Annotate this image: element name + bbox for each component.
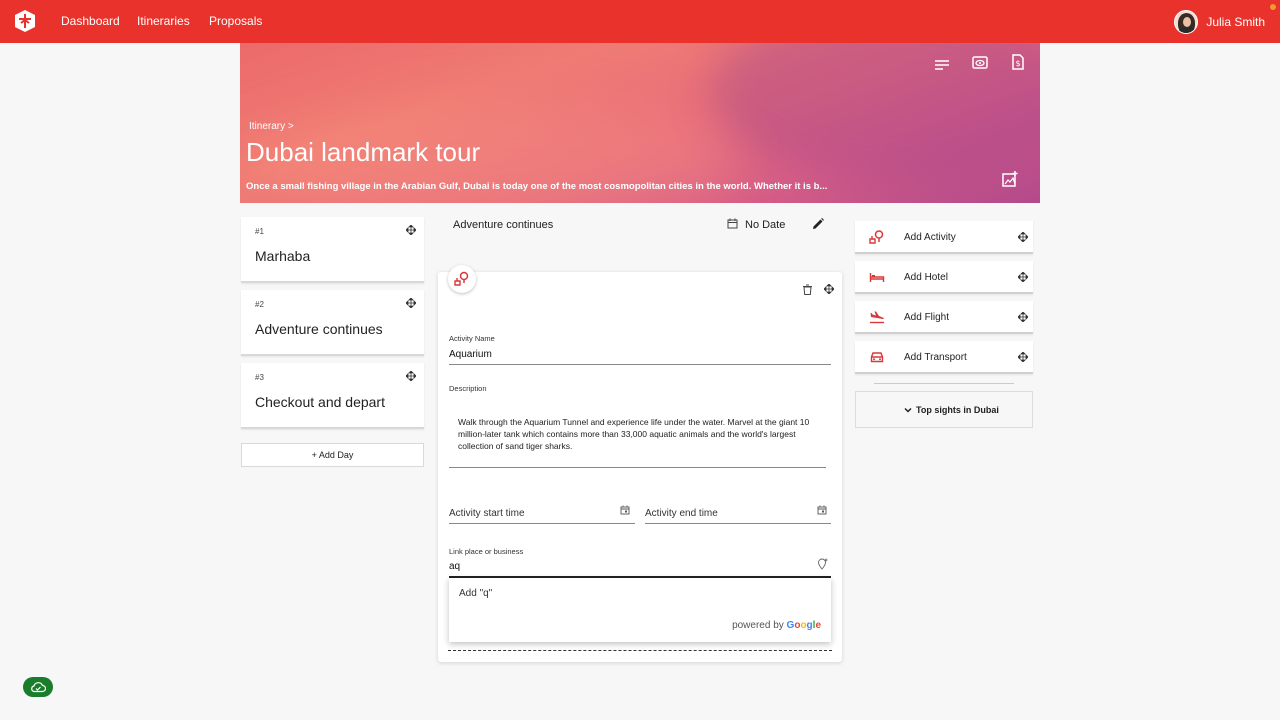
app-logo-icon[interactable] xyxy=(13,9,37,33)
add-activity-button[interactable]: Add Activity xyxy=(855,221,1033,254)
drag-move-icon[interactable] xyxy=(1018,352,1028,362)
activity-icon xyxy=(869,230,884,244)
menu-lines-icon[interactable] xyxy=(932,55,952,75)
cloud-sync-button[interactable] xyxy=(23,677,53,697)
day-card-1[interactable]: #1 Marhaba xyxy=(241,217,424,283)
activity-name-label: Activity Name xyxy=(449,334,495,343)
calendar-icon[interactable] xyxy=(817,505,827,515)
drag-move-icon[interactable] xyxy=(406,225,416,235)
day-name: Checkout and depart xyxy=(255,394,385,410)
hotel-bed-icon xyxy=(869,273,885,282)
notification-dot xyxy=(1270,4,1276,10)
user-menu[interactable]: Julia Smith xyxy=(1174,10,1265,34)
top-bar: Dashboard Itineraries Proposals Julia Sm… xyxy=(0,0,1280,43)
cloud-check-icon xyxy=(31,682,46,693)
nav-dashboard[interactable]: Dashboard xyxy=(61,14,120,28)
chevron-down-icon xyxy=(904,407,912,413)
hero-banner: $ Itinerary > Dubai landmark tour Once a… xyxy=(240,43,1040,203)
user-name: Julia Smith xyxy=(1206,15,1265,29)
page-title: Dubai landmark tour xyxy=(246,137,481,167)
add-transport-button[interactable]: Add Transport xyxy=(855,341,1033,374)
activity-icon xyxy=(454,271,469,286)
drag-move-icon[interactable] xyxy=(824,284,834,294)
drag-move-icon[interactable] xyxy=(1018,272,1028,282)
activity-name-input[interactable]: Aquarium xyxy=(449,349,492,360)
avatar xyxy=(1174,10,1199,34)
drag-move-icon[interactable] xyxy=(1018,312,1028,322)
activity-type-badge xyxy=(448,265,476,293)
add-location-icon[interactable] xyxy=(817,558,829,570)
place-autocomplete-dropdown: Add "q" powered by Google xyxy=(449,578,831,642)
add-hotel-label: Add Hotel xyxy=(904,272,948,283)
flight-icon xyxy=(870,311,884,324)
add-hotel-button[interactable]: Add Hotel xyxy=(855,261,1033,294)
add-day-button[interactable]: + Add Day xyxy=(241,443,424,467)
day-number: #3 xyxy=(255,373,264,382)
edit-pencil-icon[interactable] xyxy=(811,217,825,231)
nav-proposals[interactable]: Proposals xyxy=(209,14,262,28)
delete-trash-icon[interactable] xyxy=(802,284,813,295)
day-name: Marhaba xyxy=(255,248,311,264)
calendar-icon xyxy=(727,218,738,229)
day-card-2[interactable]: #2 Adventure continues xyxy=(241,290,424,356)
drag-move-icon[interactable] xyxy=(406,298,416,308)
add-transport-label: Add Transport xyxy=(904,352,967,363)
add-activity-label: Add Activity xyxy=(904,232,956,243)
drag-move-icon[interactable] xyxy=(406,371,416,381)
description-label: Description xyxy=(449,384,487,393)
itinerary-description: Once a small fishing village in the Arab… xyxy=(246,181,828,192)
powered-by-google: powered by Google xyxy=(732,620,821,631)
activity-end-time-field[interactable]: Activity end time xyxy=(645,508,718,519)
nav-itineraries[interactable]: Itineraries xyxy=(137,14,190,28)
calendar-icon[interactable] xyxy=(620,505,630,515)
day-number: #2 xyxy=(255,300,264,309)
day-name: Adventure continues xyxy=(255,321,383,337)
drag-move-icon[interactable] xyxy=(1018,232,1028,242)
day-card-3[interactable]: #3 Checkout and depart xyxy=(241,363,424,429)
day-title: Adventure continues xyxy=(453,219,554,231)
svg-text:$: $ xyxy=(1015,59,1020,68)
link-place-label: Link place or business xyxy=(449,547,524,556)
link-place-input[interactable]: aq xyxy=(449,561,460,572)
car-icon xyxy=(870,352,884,363)
activity-start-time-field[interactable]: Activity start time xyxy=(449,508,525,519)
breadcrumb[interactable]: Itinerary > xyxy=(249,121,294,132)
autocomplete-option[interactable]: Add "q" xyxy=(459,588,492,599)
add-image-icon[interactable] xyxy=(1000,169,1020,189)
document-dollar-icon[interactable]: $ xyxy=(1008,52,1028,72)
day-date[interactable]: No Date xyxy=(745,219,785,231)
top-sights-toggle[interactable]: Top sights in Dubai xyxy=(855,391,1033,428)
add-flight-button[interactable]: Add Flight xyxy=(855,301,1033,334)
add-flight-label: Add Flight xyxy=(904,312,950,323)
day-number: #1 xyxy=(255,227,264,236)
description-textarea[interactable]: Walk through the Aquarium Tunnel and exp… xyxy=(458,416,810,452)
top-sights-label: Top sights in Dubai xyxy=(916,405,999,415)
preview-icon[interactable] xyxy=(970,52,990,72)
divider xyxy=(874,383,1014,384)
